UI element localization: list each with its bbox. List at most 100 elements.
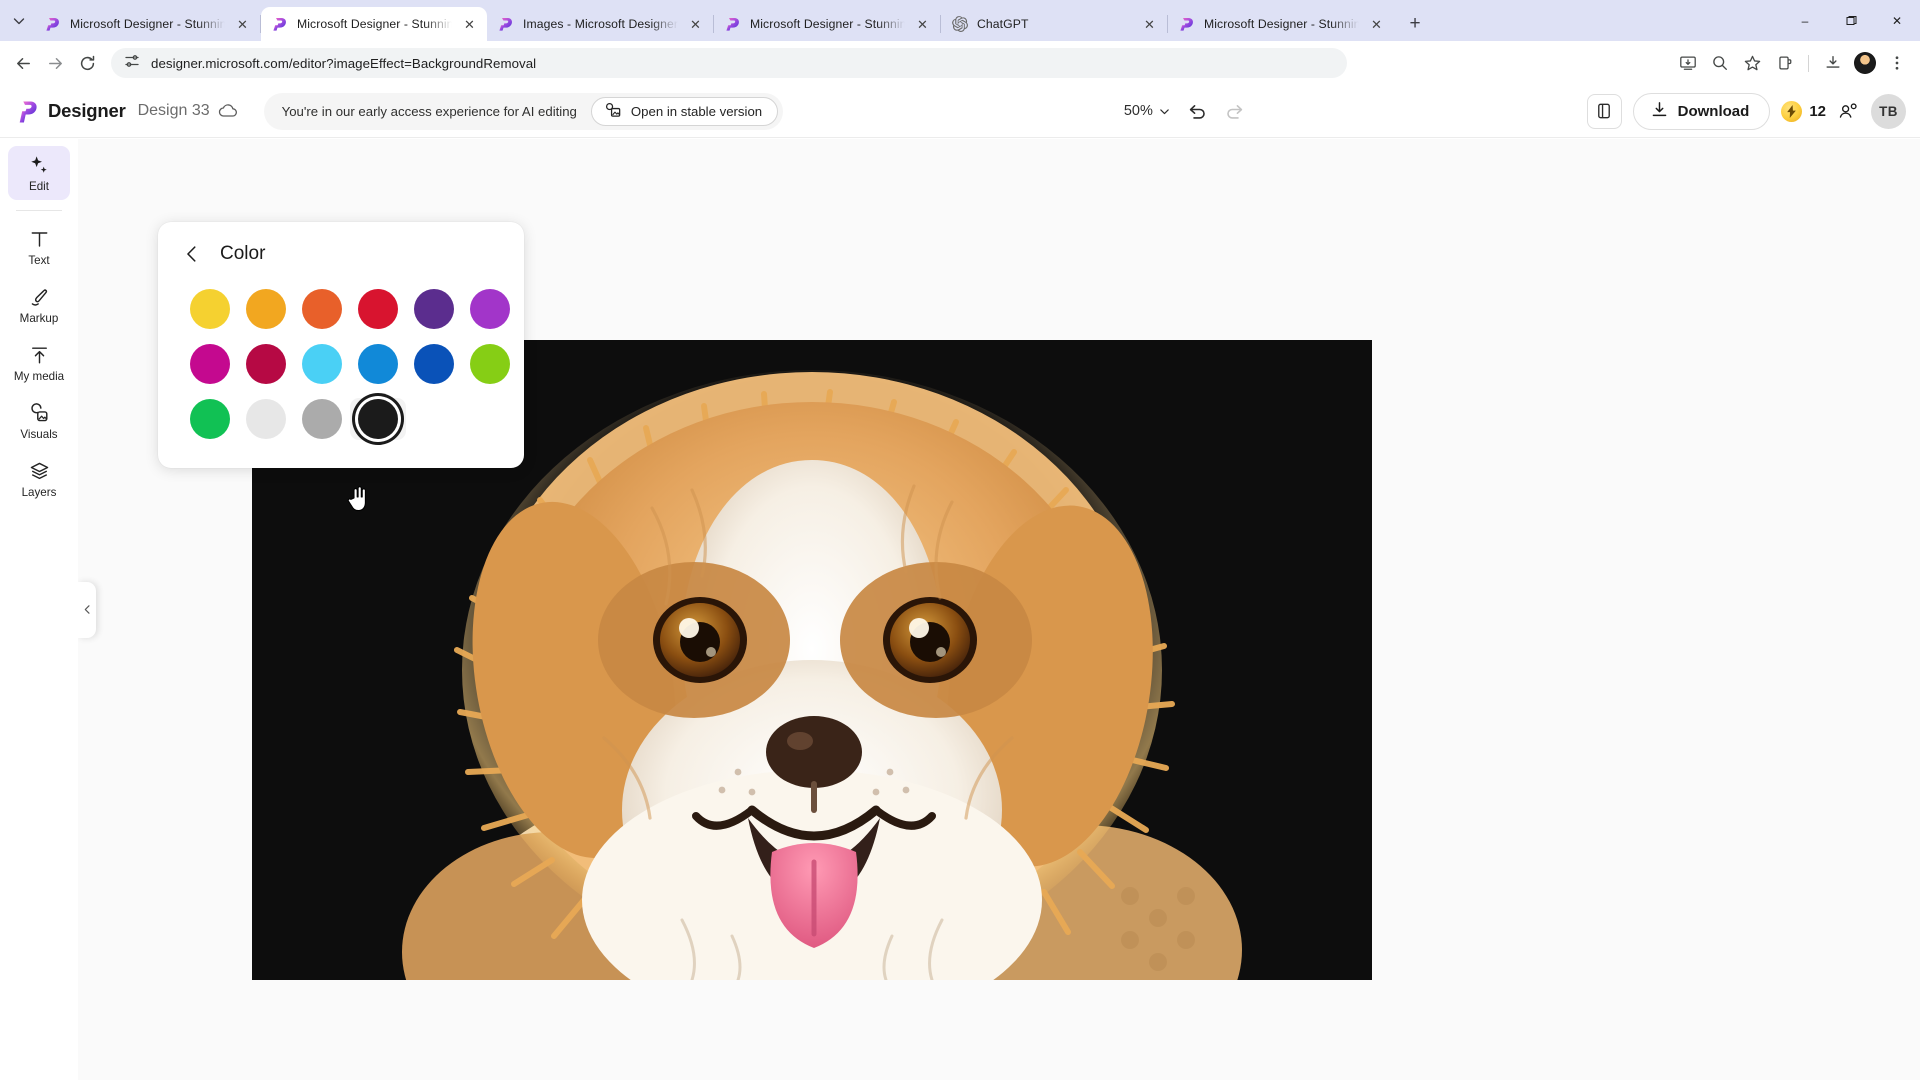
tab-search-icon[interactable] bbox=[4, 4, 34, 38]
color-swatch-cell-red[interactable] bbox=[350, 288, 406, 330]
close-icon[interactable]: ✕ bbox=[913, 15, 932, 34]
sidebar-item-layers[interactable]: Layers bbox=[8, 452, 70, 506]
three-dot-menu-icon[interactable] bbox=[1882, 48, 1912, 78]
profile-avatar[interactable] bbox=[1850, 48, 1880, 78]
reload-icon[interactable] bbox=[72, 48, 102, 78]
color-swatch-magenta[interactable] bbox=[190, 344, 230, 384]
sidebar-item-text[interactable]: Text bbox=[8, 220, 70, 274]
color-swatch-cell-orange[interactable] bbox=[294, 288, 350, 330]
share-people-icon[interactable] bbox=[1837, 100, 1860, 123]
extensions-icon[interactable] bbox=[1769, 48, 1799, 78]
image-swap-icon bbox=[604, 101, 622, 122]
sidebar-item-markup[interactable]: Markup bbox=[8, 278, 70, 332]
color-swatch-cell-amber[interactable] bbox=[238, 288, 294, 330]
chevron-left-icon bbox=[84, 605, 90, 614]
star-icon[interactable] bbox=[1737, 48, 1767, 78]
color-swatch-cell-dark-purple[interactable] bbox=[406, 288, 462, 330]
color-swatch-cell-lime[interactable] bbox=[462, 343, 518, 385]
sidebar-item-my-media[interactable]: My media bbox=[8, 336, 70, 390]
color-swatch-light-blue[interactable] bbox=[302, 344, 342, 384]
document-title[interactable]: Design 33 bbox=[138, 102, 210, 120]
sidebar-item-edit[interactable]: Edit bbox=[8, 146, 70, 200]
designer-logo-icon bbox=[18, 100, 39, 123]
color-swatch-red[interactable] bbox=[358, 289, 398, 329]
color-swatch-cell-white-grey[interactable] bbox=[238, 398, 294, 440]
undo-icon[interactable] bbox=[1180, 94, 1214, 128]
color-swatch-orange[interactable] bbox=[302, 289, 342, 329]
color-panel: Color bbox=[158, 222, 524, 468]
tab-title: Microsoft Designer - Stunning d bbox=[70, 17, 225, 31]
color-swatch-cell-purple[interactable] bbox=[462, 288, 518, 330]
layers-stack-icon bbox=[30, 462, 48, 479]
back-icon[interactable] bbox=[8, 48, 38, 78]
color-swatch-green[interactable] bbox=[190, 399, 230, 439]
open-in-stable-version-button[interactable]: Open in stable version bbox=[590, 96, 779, 126]
designer-icon bbox=[45, 16, 62, 33]
side-panel-icon[interactable] bbox=[1586, 93, 1622, 129]
color-swatch-cell-grey[interactable] bbox=[294, 398, 350, 440]
maximize-button[interactable] bbox=[1828, 0, 1874, 41]
color-swatch-purple[interactable] bbox=[470, 289, 510, 329]
credits-indicator[interactable]: 12 bbox=[1781, 100, 1826, 122]
color-swatch-cell-yellow[interactable] bbox=[182, 288, 238, 330]
address-bar[interactable]: designer.microsoft.com/editor?imageEffec… bbox=[111, 48, 1347, 78]
toolbar-icon-group bbox=[1673, 48, 1912, 78]
chevron-down-icon bbox=[1160, 108, 1169, 114]
close-icon[interactable]: ✕ bbox=[1367, 15, 1386, 34]
color-swatch-amber[interactable] bbox=[246, 289, 286, 329]
downloads-icon[interactable] bbox=[1818, 48, 1848, 78]
browser-tab[interactable]: ChatGPT ✕ bbox=[941, 7, 1167, 41]
designer-icon bbox=[498, 16, 515, 33]
new-tab-button[interactable]: + bbox=[1400, 9, 1430, 39]
color-swatch-cell-black[interactable] bbox=[350, 398, 406, 440]
minimize-button[interactable]: – bbox=[1782, 0, 1828, 41]
close-icon[interactable]: ✕ bbox=[686, 15, 705, 34]
brand[interactable]: Designer bbox=[18, 100, 126, 123]
rail-divider bbox=[16, 210, 62, 211]
close-icon[interactable]: ✕ bbox=[233, 15, 252, 34]
close-icon[interactable]: ✕ bbox=[1140, 15, 1159, 34]
color-swatch-cell-green[interactable] bbox=[182, 398, 238, 440]
browser-tab[interactable]: Microsoft Designer - Stunning d ✕ bbox=[34, 7, 260, 41]
color-swatch-dark-purple[interactable] bbox=[414, 289, 454, 329]
designer-icon bbox=[725, 16, 742, 33]
tab-title: ChatGPT bbox=[977, 17, 1029, 31]
zoom-level-dropdown[interactable]: 50% bbox=[1118, 98, 1176, 124]
color-swatch-grey[interactable] bbox=[302, 399, 342, 439]
browser-tab-active[interactable]: Microsoft Designer - Stunning d ✕ bbox=[261, 7, 487, 41]
color-swatch-grid bbox=[180, 288, 510, 440]
redo-icon[interactable] bbox=[1218, 94, 1252, 128]
close-window-button[interactable]: ✕ bbox=[1874, 0, 1920, 41]
color-swatch-yellow[interactable] bbox=[190, 289, 230, 329]
color-swatch-cell-crimson[interactable] bbox=[238, 343, 294, 385]
download-button[interactable]: Download bbox=[1632, 92, 1771, 130]
color-swatch-cell-light-blue[interactable] bbox=[294, 343, 350, 385]
sidebar-item-label: Markup bbox=[19, 311, 59, 325]
browser-tab[interactable]: Microsoft Designer - Stunning d ✕ bbox=[1168, 7, 1394, 41]
zoom-search-icon[interactable] bbox=[1705, 48, 1735, 78]
user-avatar[interactable]: TB bbox=[1871, 93, 1906, 129]
browser-tab[interactable]: Microsoft Designer - Stunning d ✕ bbox=[714, 7, 940, 41]
forward-icon[interactable] bbox=[40, 48, 70, 78]
zoom-controls: 50% bbox=[1118, 94, 1252, 128]
color-swatch-crimson[interactable] bbox=[246, 344, 286, 384]
color-swatch-black[interactable] bbox=[358, 399, 398, 439]
install-app-icon[interactable] bbox=[1673, 48, 1703, 78]
sidebar-item-visuals[interactable]: Visuals bbox=[8, 394, 70, 448]
panel-collapse-handle[interactable] bbox=[78, 581, 96, 638]
color-swatch-dark-blue[interactable] bbox=[414, 344, 454, 384]
color-swatch-cell-blue[interactable] bbox=[350, 343, 406, 385]
browser-tab[interactable]: Images - Microsoft Designer ✕ bbox=[487, 7, 713, 41]
site-settings-icon[interactable] bbox=[124, 53, 140, 74]
sidebar-item-label: Layers bbox=[21, 485, 57, 499]
chevron-left-icon[interactable] bbox=[180, 242, 204, 266]
app-header: Designer Design 33 You're in our early a… bbox=[0, 85, 1920, 138]
designer-icon bbox=[1179, 16, 1196, 33]
close-icon[interactable]: ✕ bbox=[460, 15, 479, 34]
color-swatch-cell-dark-blue[interactable] bbox=[406, 343, 462, 385]
sidebar-item-label: Visuals bbox=[20, 427, 58, 441]
color-swatch-white-grey[interactable] bbox=[246, 399, 286, 439]
color-swatch-cell-magenta[interactable] bbox=[182, 343, 238, 385]
color-swatch-blue[interactable] bbox=[358, 344, 398, 384]
color-swatch-lime[interactable] bbox=[470, 344, 510, 384]
